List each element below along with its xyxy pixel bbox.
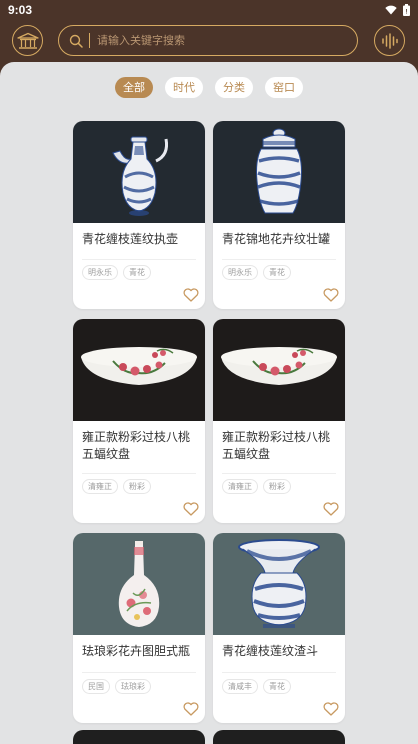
card-divider <box>222 473 336 474</box>
tag-group: 清雍正 粉彩 <box>82 479 151 494</box>
card-title: 青花锦地花卉纹壮罐 <box>222 232 331 246</box>
tag: 明永乐 <box>222 265 258 280</box>
palace-icon <box>16 32 39 49</box>
battery-icon: ! <box>403 4 410 16</box>
search-divider <box>89 33 90 48</box>
heart-icon[interactable] <box>323 288 339 302</box>
tag-group: 明永乐 青花 <box>82 265 151 280</box>
artifact-image <box>73 121 205 223</box>
card-title: 雍正款粉彩过枝八桃五蝠纹盘 <box>222 430 331 461</box>
card-divider <box>82 259 196 260</box>
search-bar[interactable] <box>58 25 358 56</box>
status-icons: ! <box>385 4 410 16</box>
card-title: 珐琅彩花卉图胆式瓶 <box>82 644 191 658</box>
card-title: 青花缠枝莲纹渣斗 <box>222 644 319 658</box>
artifact-image <box>213 533 345 635</box>
wifi-icon <box>385 5 397 15</box>
artifact-card[interactable]: 雍正款粉彩过枝八桃五蝠纹盘 清雍正 粉彩 <box>73 319 205 523</box>
tag: 粉彩 <box>263 479 291 494</box>
filter-all[interactable]: 全部 <box>115 77 153 98</box>
svg-text:!: ! <box>406 10 408 16</box>
artifact-image <box>73 319 205 421</box>
tag: 青花 <box>263 265 291 280</box>
artifact-image <box>213 319 345 421</box>
filter-era[interactable]: 时代 <box>165 77 203 98</box>
heart-icon[interactable] <box>323 502 339 516</box>
tag: 明永乐 <box>82 265 118 280</box>
heart-icon[interactable] <box>323 702 339 716</box>
artifact-card[interactable]: 雍正款粉彩过枝八桃五蝠纹盘 清雍正 粉彩 <box>213 319 345 523</box>
search-icon <box>69 34 83 48</box>
top-bar <box>0 20 418 64</box>
card-title: 雍正款粉彩过枝八桃五蝠纹盘 <box>82 430 191 461</box>
tag: 青花 <box>263 679 291 694</box>
tag-group: 清咸丰 青花 <box>222 679 291 694</box>
tag: 民国 <box>82 679 110 694</box>
content-panel: 全部 时代 分类 窑口 青花缠枝莲纹执壶 明永乐 青花 青花锦地花卉纹壮罐 明永… <box>0 62 418 744</box>
tag: 青花 <box>123 265 151 280</box>
sound-wave-icon <box>381 32 398 49</box>
tag: 珐琅彩 <box>115 679 151 694</box>
tag: 清雍正 <box>222 479 258 494</box>
home-button[interactable] <box>12 25 43 56</box>
artifact-image <box>73 533 205 635</box>
status-time: 9:03 <box>8 3 33 17</box>
artifact-card[interactable]: 青花缠枝莲纹执壶 明永乐 青花 <box>73 121 205 309</box>
heart-icon[interactable] <box>183 502 199 516</box>
tag-group: 民国 珐琅彩 <box>82 679 151 694</box>
artifact-image <box>213 121 345 223</box>
card-divider <box>82 672 196 673</box>
tag: 粉彩 <box>123 479 151 494</box>
artifact-card[interactable]: 珐琅彩花卉图胆式瓶 民国 珐琅彩 <box>73 533 205 723</box>
tag: 清咸丰 <box>222 679 258 694</box>
tag: 清雍正 <box>82 479 118 494</box>
card-divider <box>82 473 196 474</box>
search-input[interactable] <box>97 34 357 47</box>
artifact-card-partial[interactable] <box>73 730 205 744</box>
tag-group: 明永乐 青花 <box>222 265 291 280</box>
filter-tabs: 全部 时代 分类 窑口 <box>0 77 418 98</box>
heart-icon[interactable] <box>183 702 199 716</box>
artifact-card[interactable]: 青花锦地花卉纹壮罐 明永乐 青花 <box>213 121 345 309</box>
status-bar: 9:03 ! <box>0 0 418 20</box>
tag-group: 清雍正 粉彩 <box>222 479 291 494</box>
card-divider <box>222 259 336 260</box>
heart-icon[interactable] <box>183 288 199 302</box>
artifact-card-partial[interactable] <box>213 730 345 744</box>
filter-category[interactable]: 分类 <box>215 77 253 98</box>
card-divider <box>222 672 336 673</box>
filter-kiln[interactable]: 窑口 <box>265 77 303 98</box>
card-title: 青花缠枝莲纹执壶 <box>82 232 179 246</box>
artifact-card[interactable]: 青花缠枝莲纹渣斗 清咸丰 青花 <box>213 533 345 723</box>
audio-button[interactable] <box>374 25 405 56</box>
